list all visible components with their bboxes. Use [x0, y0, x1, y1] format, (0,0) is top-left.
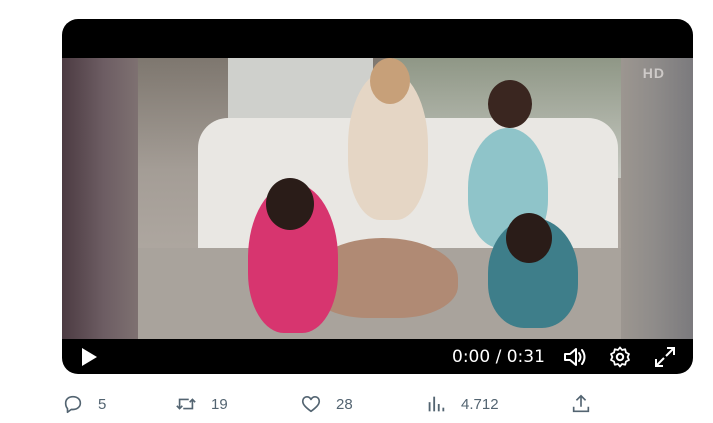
channel-logo: HD: [642, 65, 665, 81]
tweet-media-area: HD 0:00 / 0:31 5 19 28 4.712: [0, 0, 713, 423]
volume-icon: [564, 348, 586, 366]
tweet-actions: 5 19 28 4.712: [62, 390, 602, 418]
scene-head: [266, 178, 314, 230]
scene-head: [370, 58, 410, 104]
scene-head: [506, 213, 552, 263]
retweet-icon: [176, 398, 196, 410]
video-scene: [138, 58, 621, 339]
time-display: 0:00 / 0:31: [452, 347, 545, 367]
gear-icon: [610, 346, 630, 368]
like-count: 28: [336, 395, 353, 413]
share-icon: [572, 394, 590, 413]
fullscreen-button[interactable]: [653, 345, 677, 369]
share-button[interactable]: [570, 390, 592, 418]
analytics-icon: [428, 396, 445, 412]
fullscreen-icon: [655, 347, 675, 367]
retweet-count: 19: [211, 395, 228, 413]
video-blur-left: [62, 58, 138, 339]
play-button[interactable]: [78, 346, 100, 368]
settings-button[interactable]: [608, 345, 632, 369]
reply-button[interactable]: 5: [62, 390, 106, 418]
scene-head: [488, 80, 532, 128]
like-button[interactable]: 28: [300, 390, 353, 418]
views-count: 4.712: [461, 395, 499, 413]
reply-count: 5: [98, 395, 107, 413]
video-player[interactable]: HD 0:00 / 0:31: [62, 19, 693, 374]
views-button[interactable]: 4.712: [425, 390, 499, 418]
video-blur-right: [621, 58, 693, 339]
video-controls: 0:00 / 0:31: [62, 335, 693, 374]
retweet-button[interactable]: 19: [175, 390, 228, 418]
video-frame[interactable]: HD: [62, 58, 693, 339]
volume-button[interactable]: [562, 345, 588, 369]
reply-icon: [64, 395, 82, 414]
heart-icon: [301, 396, 321, 413]
play-icon: [82, 348, 97, 366]
